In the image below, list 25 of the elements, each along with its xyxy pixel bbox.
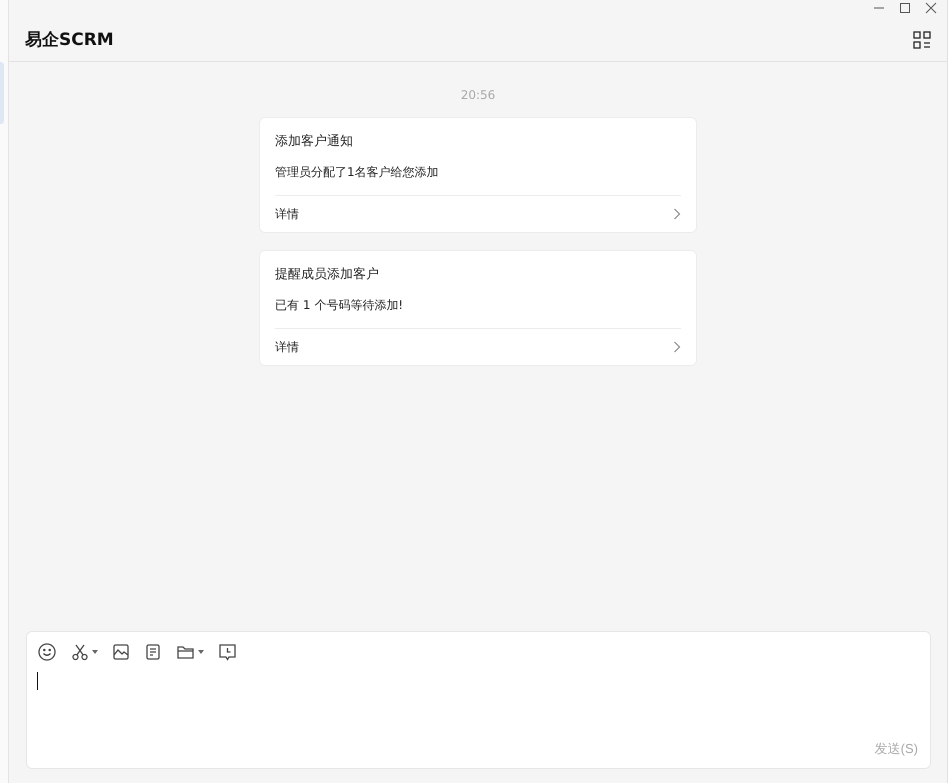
close-icon[interactable] [925, 2, 937, 14]
dropdown-caret-icon [92, 650, 98, 654]
message-time: 20:56 [460, 88, 496, 102]
dropdown-caret-icon [198, 650, 204, 654]
card-title: 添加客户通知 [275, 133, 354, 150]
toolbar-button[interactable] [144, 643, 162, 661]
toolbar-button[interactable] [37, 642, 57, 662]
window-title: 易企SCRM [25, 29, 114, 51]
toolbar-button[interactable] [71, 643, 98, 661]
grid-menu-icon[interactable] [913, 30, 931, 48]
card-message: 已有 1 个号码等待添加! [275, 297, 681, 329]
card-message: 管理员分配了1名客户给您添加 [275, 164, 681, 196]
details-link[interactable]: 详情 [275, 338, 299, 356]
clock-message-icon [218, 642, 237, 662]
toolbar-button[interactable] [218, 642, 237, 662]
details-link[interactable]: 详情 [275, 206, 299, 222]
chevron-right-icon[interactable] [673, 341, 681, 353]
image-icon [112, 643, 130, 661]
card-title: 提醒成员添加客户 [275, 266, 380, 283]
document-icon [144, 643, 162, 661]
maximize-icon[interactable] [899, 2, 911, 14]
toolbar-button[interactable] [112, 643, 130, 661]
emoji-icon [37, 642, 57, 662]
chevron-right-icon[interactable] [673, 208, 681, 220]
scissors-icon [71, 643, 89, 661]
